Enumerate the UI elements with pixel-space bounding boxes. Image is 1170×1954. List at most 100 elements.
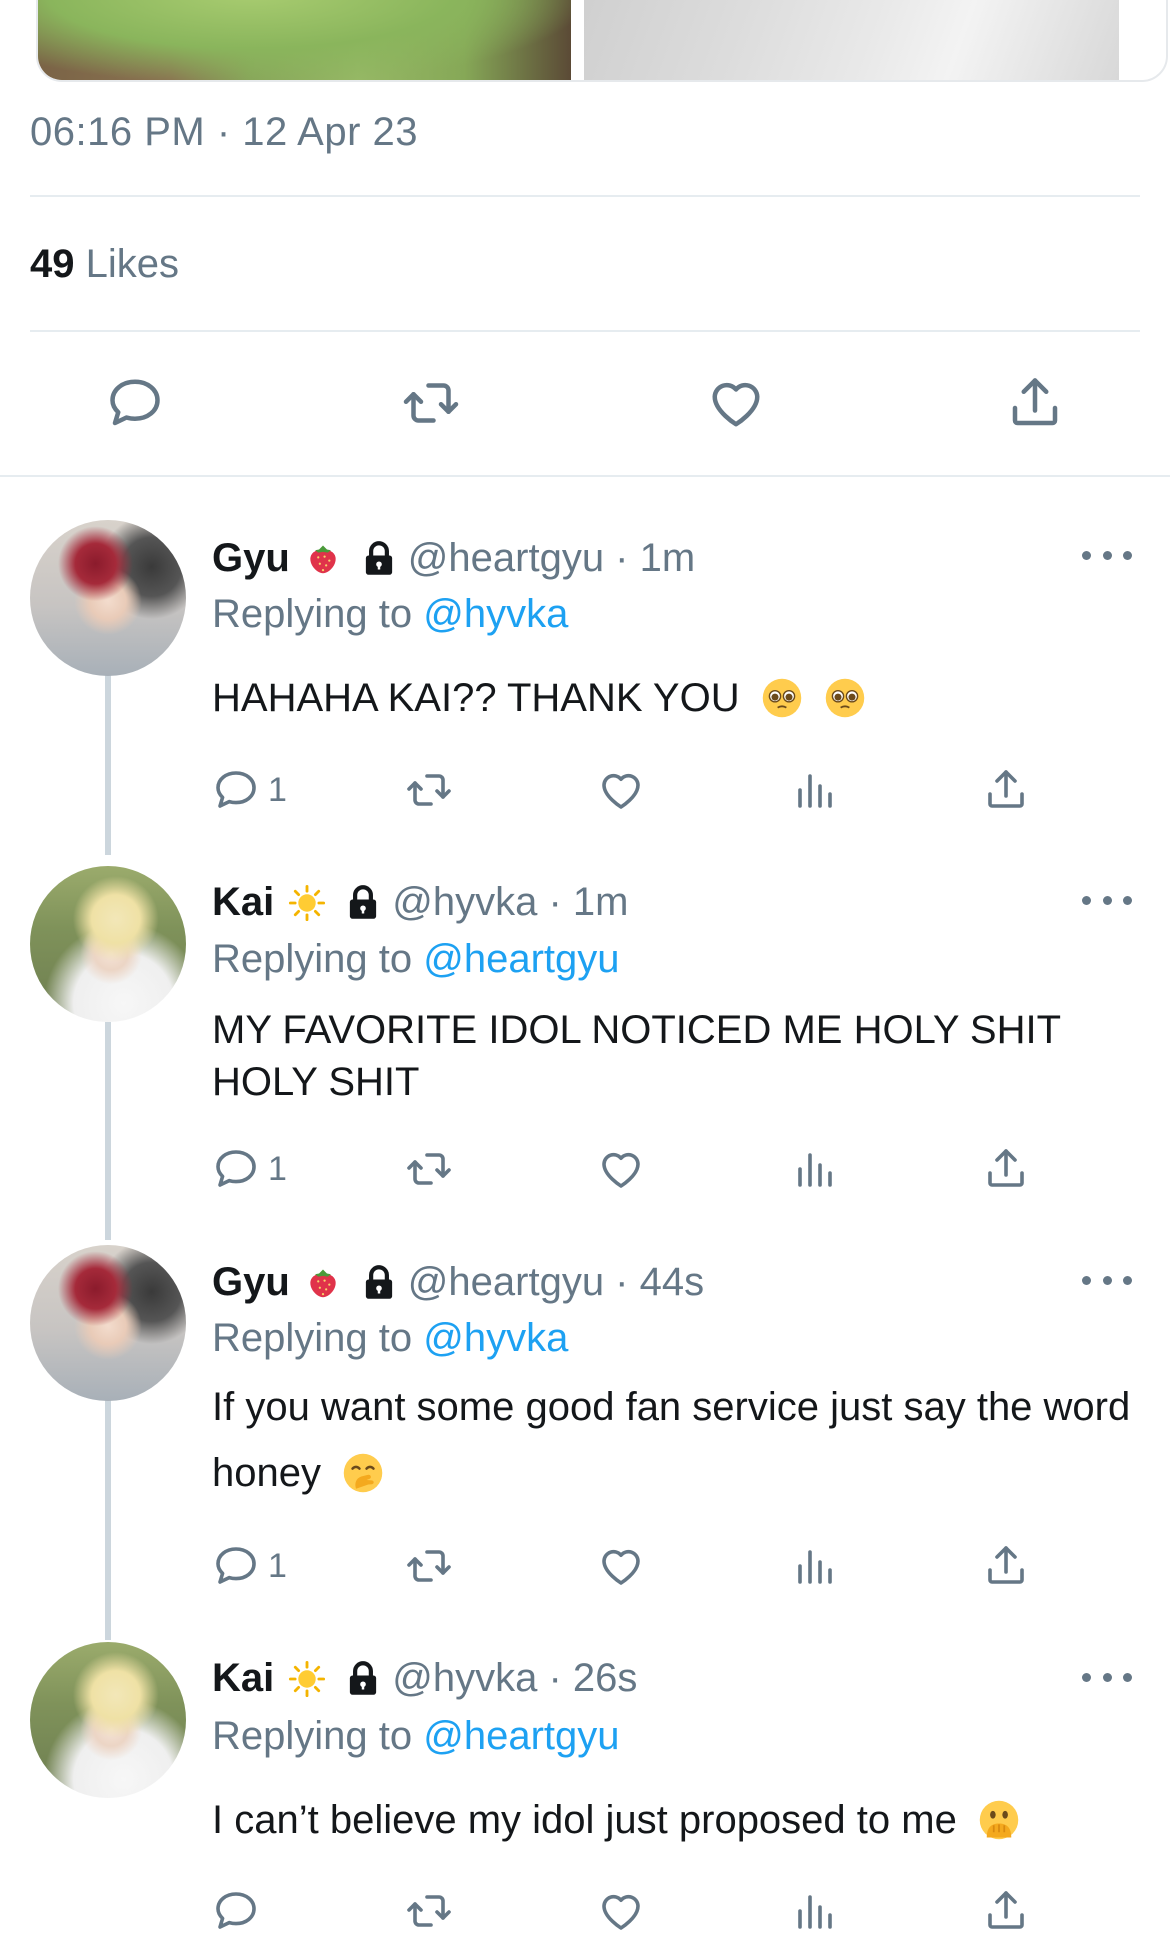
retweet-icon [403, 383, 459, 423]
lock-icon [350, 884, 377, 919]
reply-button[interactable]: 1 [212, 1144, 287, 1194]
more-dot [1102, 550, 1112, 560]
avatar[interactable] [30, 1642, 186, 1798]
likes-count: 49 [30, 242, 75, 286]
reply-header: Kai @hyvka · 26s [212, 1656, 637, 1701]
heart-icon [712, 382, 760, 427]
views-button[interactable] [790, 1541, 838, 1591]
more-options-button[interactable] [1082, 1270, 1132, 1290]
more-dot [1082, 550, 1091, 560]
display-name[interactable]: Gyu [212, 536, 290, 581]
reply-button[interactable] [104, 372, 166, 434]
like-button[interactable] [705, 372, 767, 434]
pleading-face-icon [825, 678, 865, 718]
like-button[interactable] [597, 765, 645, 815]
reply-button[interactable] [212, 1886, 268, 1936]
like-button[interactable] [597, 1144, 645, 1194]
bar-chart-icon [798, 1153, 832, 1187]
lock-icon [350, 1660, 377, 1695]
bar-chart-icon [798, 1550, 832, 1584]
reply-button[interactable]: 1 [212, 765, 287, 815]
heart-icon [602, 1549, 640, 1585]
avatar[interactable] [30, 1245, 186, 1401]
avatar[interactable] [30, 866, 186, 1022]
more-options-button[interactable] [1082, 1667, 1132, 1687]
strawberry-icon [310, 1269, 336, 1297]
retweet-button[interactable] [405, 1886, 453, 1936]
heart-icon [602, 773, 640, 809]
mention-link[interactable]: @hyvka [423, 1316, 568, 1360]
replying-label: Replying to [212, 1714, 413, 1758]
like-button[interactable] [597, 1541, 645, 1591]
handle-and-time[interactable]: @heartgyu · 44s [408, 1260, 704, 1305]
replying-to-line: Replying to @hyvka [212, 1316, 568, 1361]
views-button[interactable] [790, 765, 838, 815]
display-name[interactable]: Kai [212, 880, 274, 925]
heart-icon [602, 1894, 640, 1930]
share-upload-icon [988, 1891, 1024, 1929]
retweet-icon [407, 1153, 451, 1185]
mention-link[interactable]: @heartgyu [423, 1714, 619, 1758]
share-button[interactable] [982, 1886, 1030, 1936]
views-button[interactable] [790, 1886, 838, 1936]
more-dot [1082, 1275, 1091, 1285]
reply-header: Gyu @heartgyu · 44s [212, 1260, 704, 1305]
display-name[interactable]: Kai [212, 1656, 274, 1701]
divider [30, 330, 1140, 332]
replying-to-line: Replying to @heartgyu [212, 937, 620, 982]
share-upload-icon [988, 1546, 1024, 1584]
reply-text-content: MY FAVORITE IDOL NOTICED ME HOLY SHIT HO… [212, 1008, 1061, 1104]
retweet-button[interactable] [405, 1144, 453, 1194]
retweet-button[interactable] [405, 1541, 453, 1591]
reply-button[interactable]: 1 [212, 1541, 287, 1591]
more-options-button[interactable] [1082, 890, 1132, 910]
display-name[interactable]: Gyu [212, 1260, 290, 1305]
more-options-button[interactable] [1082, 545, 1132, 565]
more-dot [1082, 1672, 1091, 1682]
mention-link[interactable]: @hyvka [423, 592, 568, 636]
share-button[interactable] [1004, 372, 1066, 434]
retweet-button[interactable] [405, 765, 453, 815]
retweet-icon [407, 1550, 451, 1582]
tweet-media[interactable] [36, 0, 1168, 82]
speech-bubble-icon [216, 771, 256, 808]
more-dot [1102, 1275, 1112, 1285]
share-button[interactable] [982, 1541, 1030, 1591]
likes-summary[interactable]: 49 Likes [30, 242, 179, 287]
bar-chart-icon [798, 1895, 832, 1929]
thread-line [105, 1022, 111, 1240]
replying-to-line: Replying to @heartgyu [212, 1714, 620, 1759]
avatar[interactable] [30, 520, 186, 676]
reply-text: HAHAHA KAI?? THANK YOU [212, 672, 1142, 724]
share-upload-icon [988, 770, 1024, 808]
reply-header: Gyu @heartgyu · 1m [212, 536, 695, 581]
share-upload-icon [1012, 378, 1058, 426]
more-dot [1123, 1275, 1132, 1285]
lock-icon [365, 540, 392, 575]
tweet-image-2[interactable] [584, 0, 1119, 80]
more-dot [1123, 550, 1132, 560]
reply-text-content: HAHAHA KAI?? THANK YOU [212, 676, 740, 720]
handle-and-time[interactable]: @hyvka · 1m [392, 880, 628, 925]
retweet-icon [407, 1895, 451, 1927]
thread-line [105, 675, 111, 855]
sun-icon [289, 1660, 326, 1697]
sun-icon [289, 884, 326, 921]
reply-count: 1 [268, 1149, 287, 1188]
hand-over-mouth-face-icon [343, 1453, 383, 1493]
views-button[interactable] [790, 1144, 838, 1194]
tweet-image-1[interactable] [38, 0, 571, 80]
retweet-button[interactable] [400, 372, 462, 434]
reply-text: If you want some good fan service just s… [212, 1374, 1142, 1506]
reply-text-content: I can’t believe my idol just proposed to… [212, 1798, 957, 1842]
handle-and-time[interactable]: @heartgyu · 1m [408, 536, 695, 581]
share-button[interactable] [982, 1144, 1030, 1194]
replying-label: Replying to [212, 1316, 413, 1360]
mention-link[interactable]: @heartgyu [423, 937, 619, 981]
handle-and-time[interactable]: @hyvka · 26s [392, 1656, 637, 1701]
share-button[interactable] [982, 765, 1030, 815]
speech-bubble-icon [216, 1892, 256, 1929]
divider [0, 475, 1170, 477]
like-button[interactable] [597, 1886, 645, 1936]
lock-icon [365, 1264, 392, 1299]
